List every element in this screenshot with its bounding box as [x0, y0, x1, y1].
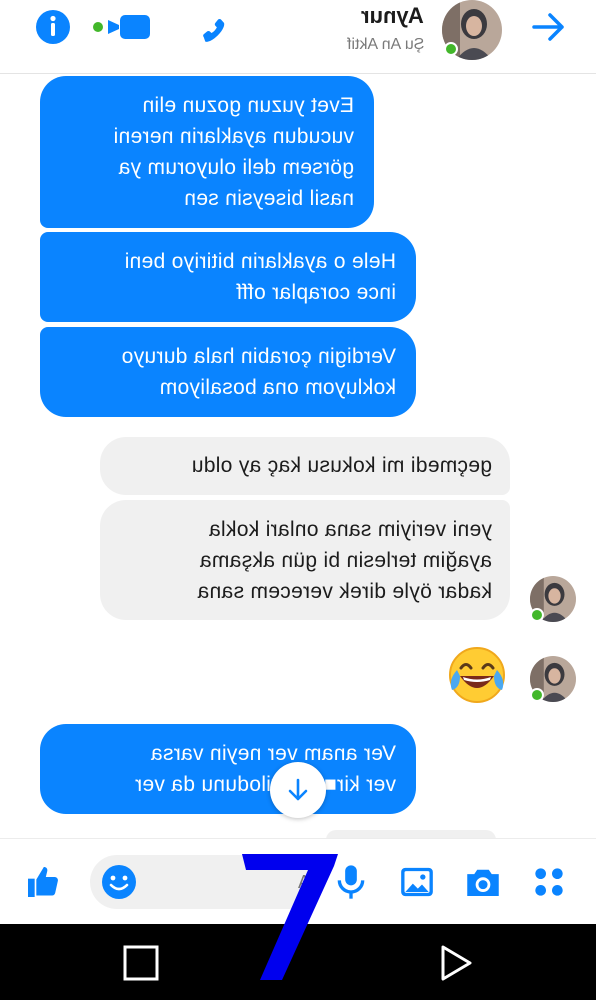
camera-icon[interactable] [462, 861, 504, 903]
apps-grid-icon[interactable] [528, 861, 570, 903]
video-call-icon[interactable] [92, 8, 154, 46]
gallery-icon[interactable] [396, 861, 438, 903]
message-text: Evet yuzun gozun elin vucudun ayaklarin … [113, 94, 354, 210]
message-bubble-sent[interactable]: Verdigin çorabin hala duruyo kokluyom on… [40, 327, 416, 417]
message-bubble-sent[interactable]: Ver anam ver neyin varsa ver kir■■■li ki… [40, 724, 416, 814]
message-text: yeni veriyim sana onlari kokla ayağim te… [197, 518, 492, 603]
back-icon[interactable] [432, 940, 478, 986]
message-text: Hele o ayaklarin bitiriyo beni ince cora… [124, 250, 396, 304]
redaction-scribble [242, 854, 338, 980]
message-bubble-received[interactable]: geçmedi mi kokusu kaç ay oldu [100, 437, 510, 495]
contact-name[interactable]: Aynur [361, 3, 424, 29]
online-indicator [530, 688, 544, 702]
forward-arrow-icon[interactable] [530, 8, 568, 46]
recent-apps-icon[interactable] [118, 940, 164, 986]
contact-status: Şu An Aktif [346, 36, 424, 53]
arrow-down-icon [288, 778, 308, 801]
scroll-to-bottom-button[interactable] [270, 762, 326, 818]
message-text: Ver anam ver neyin varsa ver kir■■■li ki… [134, 742, 396, 796]
emoji-icon[interactable] [98, 861, 140, 903]
message-text: geçmedi mi kokusu kaç ay oldu [191, 454, 492, 477]
online-indicator [444, 42, 458, 56]
message-bubble-sent[interactable]: Evet yuzun gozun elin vucudun ayaklarin … [40, 76, 374, 228]
info-icon[interactable] [34, 8, 72, 46]
face-with-tears-of-joy-emoji[interactable] [446, 644, 508, 706]
message-bubble-received[interactable]: yeni veriyim sana onlari kokla ayağim te… [100, 500, 510, 620]
message-bubble-sent[interactable]: Hele o ayaklarin bitiriyo beni ince cora… [40, 232, 416, 322]
online-indicator [530, 608, 544, 622]
chat-header: Aynur Şu An Aktif [0, 0, 596, 74]
thumbs-up-icon[interactable] [22, 861, 64, 903]
phone-icon[interactable] [192, 8, 230, 46]
message-text: Verdigin çorabin hala duruyo kokluyom on… [121, 345, 396, 399]
